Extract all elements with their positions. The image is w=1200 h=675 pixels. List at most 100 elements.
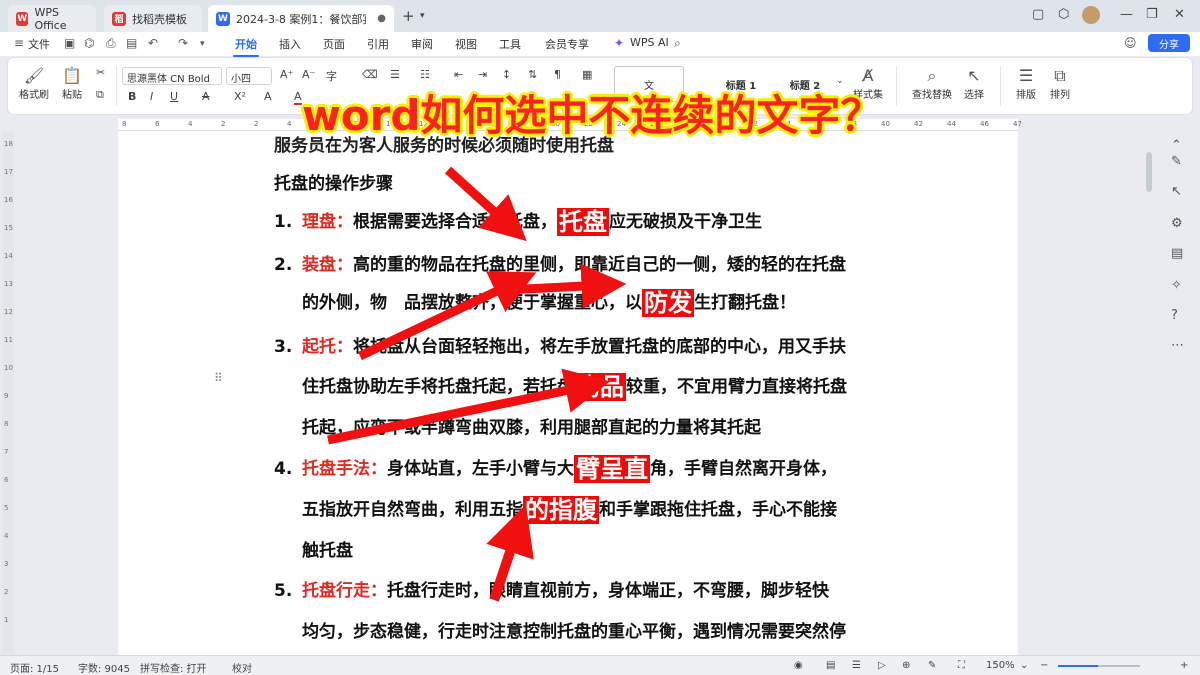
tab-docer-templates[interactable]: 稻 找稻壳模板 (104, 5, 202, 32)
find-replace-button[interactable]: ⌕ 查找替换 (906, 66, 958, 101)
zoom-in-icon[interactable]: + (1180, 660, 1188, 671)
page-view-icon[interactable]: ▤ (826, 660, 835, 671)
drag-handle-icon[interactable]: ⠿ (214, 371, 223, 385)
indent-icon[interactable]: ⇥ (478, 68, 487, 81)
bullet-list-icon[interactable]: ☰ (390, 68, 400, 81)
word-count[interactable]: 字数: 9045 (78, 660, 130, 675)
table-icon[interactable]: ▦ (582, 68, 592, 81)
strikethrough-icon[interactable]: A (202, 90, 210, 103)
unsaved-dot-icon[interactable]: ● (377, 13, 386, 24)
restore-icon[interactable]: ❐ (1146, 7, 1158, 22)
web-view-icon[interactable]: ⊕ (902, 660, 910, 671)
new-tab-plus-icon[interactable]: + (402, 7, 415, 25)
vertical-ruler-number: 3 (4, 560, 9, 568)
format-painter-button[interactable]: 🖌 格式刷 (14, 66, 54, 101)
expand-panel-icon[interactable]: ⌃ (1171, 138, 1182, 153)
menu-reference[interactable]: 引用 (367, 36, 389, 52)
underline-icon[interactable]: U (170, 90, 178, 103)
selected-highlight[interactable]: 托盘 (557, 208, 609, 236)
eye-protect-icon[interactable]: ◉ (794, 660, 803, 671)
page-indicator[interactable]: 页面: 1/15 (10, 660, 59, 675)
vertical-scrollbar-thumb[interactable] (1146, 152, 1152, 192)
help-icon[interactable]: ? (1171, 308, 1178, 323)
text-effect-icon[interactable]: A (264, 90, 272, 103)
wps-logo-icon: W (16, 11, 29, 26)
cube-icon[interactable]: ⬡ (1058, 7, 1069, 22)
play-icon[interactable]: ▷ (878, 660, 886, 671)
numbered-list-icon[interactable]: ☷ (420, 68, 430, 81)
paste-label: 粘贴 (62, 90, 82, 101)
zoom-level[interactable]: 150% (986, 660, 1015, 671)
fit-page-icon[interactable]: ⛶ (958, 660, 965, 671)
share-button[interactable]: 分享 (1148, 34, 1190, 52)
zoom-out-icon[interactable]: − (1040, 660, 1048, 671)
line-spacing-icon[interactable]: ↕ (502, 68, 511, 81)
font-grow-icon[interactable]: A⁺ (280, 68, 293, 81)
minimize-icon[interactable]: — (1120, 7, 1133, 22)
zoom-chevron-icon[interactable]: ⌄ (1020, 660, 1028, 671)
vertical-ruler[interactable]: 18 17 16 15 14 13 12 11 10 9 8 7 6 5 4 3 2 1 (2, 132, 14, 654)
tab-wps-office[interactable]: W WPS Office (8, 5, 96, 32)
save-icon[interactable]: ▣ (64, 36, 75, 50)
adjust-settings-icon[interactable]: ⚙ (1171, 216, 1183, 231)
copy-icon[interactable]: ⧉ (96, 88, 104, 102)
select-button[interactable]: ↖ 选择 (954, 66, 994, 101)
avatar[interactable] (1082, 6, 1100, 24)
outdent-icon[interactable]: ⇤ (454, 68, 463, 81)
hamburger-menu-icon[interactable]: ≡ (14, 36, 24, 50)
clear-format-icon[interactable]: ⌫ (362, 68, 378, 81)
share-link-icon[interactable]: ⌬ (84, 36, 94, 50)
tab-active-document[interactable]: W 2024-3-8 案例1：餐饮部宴会 ● (208, 5, 394, 32)
tab-list-chevron-icon[interactable]: ▾ (420, 11, 425, 21)
menu-file[interactable]: 文件 (28, 36, 50, 52)
menu-home[interactable]: 开始 (233, 36, 259, 57)
tools-icon[interactable]: ✧ (1171, 278, 1182, 293)
paste-button[interactable]: 📋 粘贴 (52, 66, 92, 101)
close-icon[interactable]: ✕ (1174, 7, 1185, 22)
font-size-select[interactable]: 小四 (226, 67, 272, 85)
show-marks-icon[interactable]: ¶ (554, 68, 561, 81)
select-cursor-icon[interactable]: ↖ (1171, 184, 1182, 199)
vertical-ruler-number: 1 (4, 616, 9, 624)
list-item-continuation: 住托盘协助左手将托盘托起，若托盘物品 较重，不宜用臂力直接将托盘 (302, 372, 847, 402)
proofread-label[interactable]: 校对 (232, 660, 252, 675)
pen-edit-icon[interactable]: ✎ (1171, 154, 1182, 169)
outline-view-icon[interactable]: ☰ (852, 660, 861, 671)
cut-icon[interactable]: ✂ (96, 66, 105, 79)
selected-highlight[interactable]: 臂呈直 (574, 455, 650, 483)
menu-review[interactable]: 审阅 (411, 36, 433, 52)
font-shrink-icon[interactable]: A⁻ (302, 68, 315, 81)
quick-access-chevron-icon[interactable]: ▾ (200, 39, 205, 49)
list-number: 1. (274, 212, 293, 232)
undo-icon[interactable]: ↶ (148, 36, 158, 50)
arrange-button[interactable]: ⧉ 排列 (1040, 66, 1080, 101)
menu-view[interactable]: 视图 (455, 36, 477, 52)
print-icon[interactable]: ⎙ (106, 36, 116, 51)
font-name-select[interactable]: 思源黑体 CN Bold (122, 67, 222, 85)
menu-tools[interactable]: 工具 (499, 36, 521, 52)
menu-wps-ai[interactable]: WPS AI (630, 36, 669, 49)
italic-icon[interactable]: I (150, 90, 153, 103)
selected-highlight[interactable]: 的指腹 (523, 496, 599, 524)
selected-highlight[interactable]: 物品 (574, 373, 626, 401)
write-mode-icon[interactable]: ✎ (928, 660, 936, 671)
zoom-slider-track[interactable] (1058, 665, 1140, 667)
menu-page[interactable]: 页面 (323, 36, 345, 52)
document-page[interactable]: 服务员在为客人服务的时候必须随时使用托盘 托盘的操作步骤 1. 理盘：根据需要选择… (118, 131, 1018, 655)
selected-highlight[interactable]: 防发 (642, 289, 694, 317)
more-options-icon[interactable]: ⋯ (1171, 338, 1184, 353)
menu-insert[interactable]: 插入 (279, 36, 301, 52)
search-icon[interactable]: ⌕ (674, 36, 681, 51)
superscript-icon[interactable]: X² (234, 90, 246, 103)
spell-check-status[interactable]: 拼写检查: 打开 (140, 660, 207, 675)
menu-member[interactable]: 会员专享 (545, 36, 589, 52)
window-layout-icon[interactable]: ▢ (1032, 7, 1044, 22)
comment-icon[interactable]: ☺ (1124, 36, 1137, 50)
redo-icon[interactable]: ↷ (178, 36, 188, 50)
print-preview-icon[interactable]: ▤ (126, 36, 137, 50)
document-review-icon[interactable]: ▤ (1171, 246, 1183, 261)
bold-icon[interactable]: B (128, 90, 136, 103)
font-color-icon[interactable]: A (294, 90, 302, 105)
sort-icon[interactable]: ⇅ (528, 68, 537, 81)
format-painter-icon: 🖌 (23, 66, 45, 85)
